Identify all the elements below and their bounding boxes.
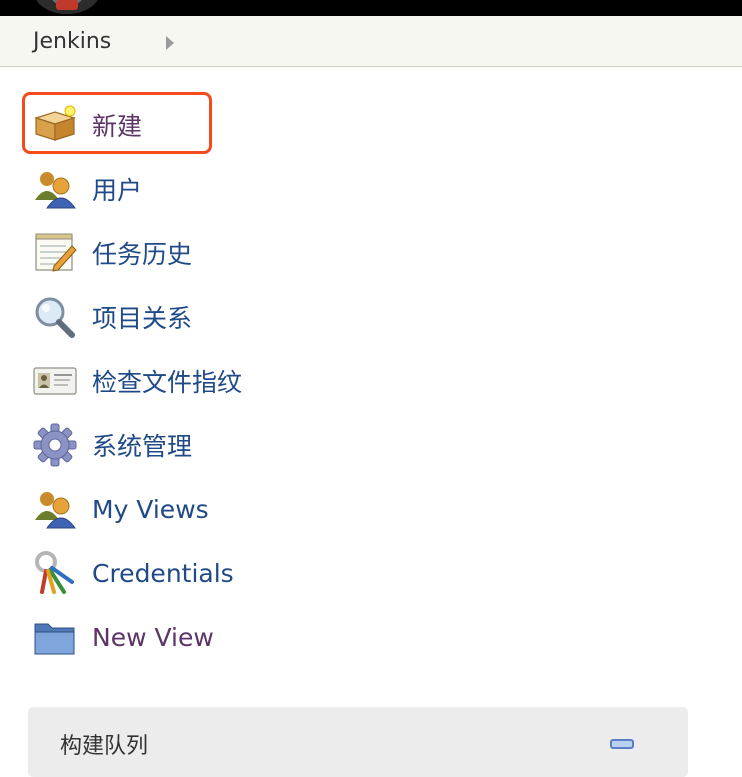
task-my-views[interactable]: My Views: [32, 485, 209, 533]
task-label[interactable]: 用户: [92, 171, 142, 207]
task-credentials[interactable]: Credentials: [32, 549, 234, 597]
task-users[interactable]: 用户: [32, 165, 142, 213]
gear-icon: [32, 422, 78, 468]
folder-icon: [32, 614, 78, 660]
task-label[interactable]: 项目关系: [92, 299, 192, 335]
breadcrumb-arrow-icon[interactable]: [166, 36, 174, 50]
task-label[interactable]: Credentials: [92, 559, 234, 588]
users-icon: [32, 486, 78, 532]
build-queue-panel: 构建队列: [28, 707, 688, 777]
notepad-history-icon: [32, 230, 78, 276]
task-new-item[interactable]: 新建: [32, 101, 142, 149]
task-project-relationship[interactable]: 项目关系: [32, 293, 192, 341]
breadcrumb-jenkins-link[interactable]: Jenkins: [33, 29, 111, 54]
task-fingerprint-check[interactable]: 检查文件指纹: [32, 357, 242, 405]
task-manage-jenkins[interactable]: 系统管理: [32, 421, 192, 469]
magnifier-icon: [32, 294, 78, 340]
task-build-history[interactable]: 任务历史: [32, 229, 192, 277]
jenkins-logo-icon[interactable]: [34, 0, 100, 14]
collapse-icon[interactable]: [610, 739, 634, 749]
id-card-fingerprint-icon: [32, 358, 78, 404]
task-new-view[interactable]: New View: [32, 613, 214, 661]
task-label[interactable]: 检查文件指纹: [92, 363, 242, 399]
breadcrumb: Jenkins: [0, 16, 742, 67]
task-label[interactable]: My Views: [92, 495, 209, 524]
top-header-bar: [0, 0, 742, 16]
users-icon: [32, 166, 78, 212]
task-label[interactable]: 新建: [92, 107, 142, 143]
new-item-box-icon: [32, 102, 78, 148]
keys-icon: [32, 550, 78, 596]
build-queue-title[interactable]: 构建队列: [60, 728, 148, 760]
task-label[interactable]: 任务历史: [92, 235, 192, 271]
task-label[interactable]: New View: [92, 623, 214, 652]
task-label[interactable]: 系统管理: [92, 427, 192, 463]
